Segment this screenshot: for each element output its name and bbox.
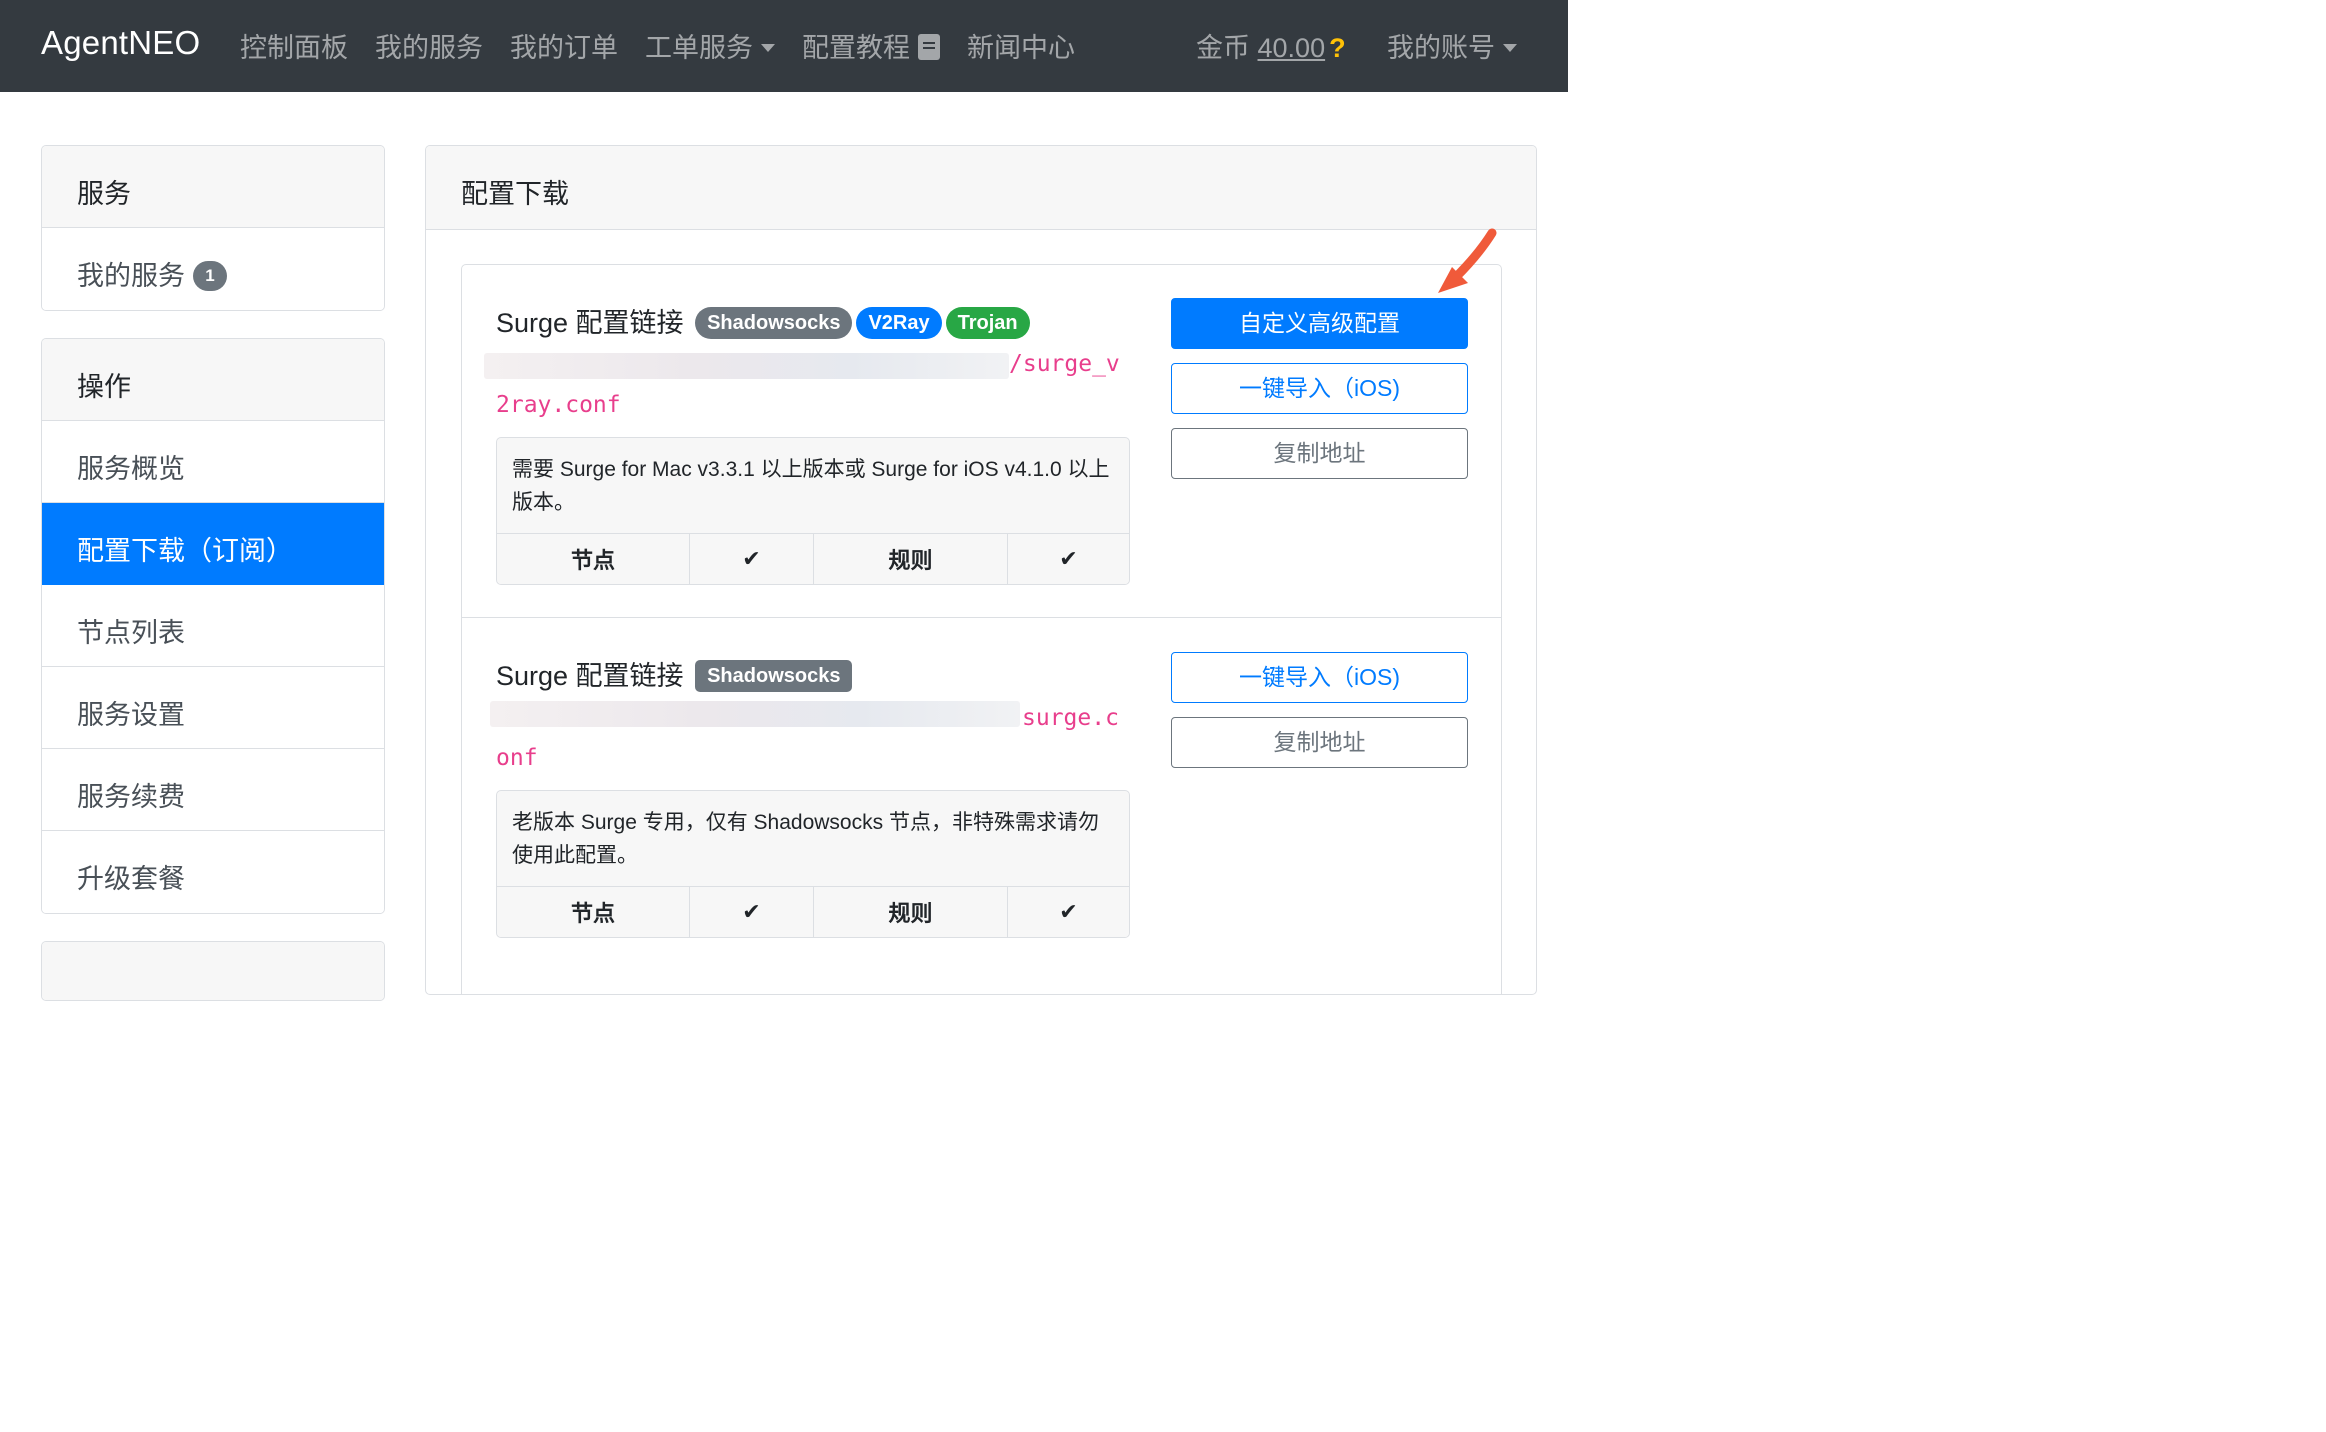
sidebar-item-upgrade[interactable]: 升级套餐	[42, 831, 384, 913]
redacted-url	[490, 701, 1020, 727]
copy-address-button[interactable]: 复制地址	[1171, 428, 1468, 479]
config-info-box: 老版本 Surge 专用，仅有 Shadowsocks 节点，非特殊需求请勿使用…	[496, 790, 1130, 938]
caret-down-icon	[761, 43, 775, 52]
caret-down-icon	[1503, 43, 1517, 52]
sidebar-ops-group: 操作 服务概览 配置下载（订阅） 节点列表 服务设置 服务续费 升级套餐	[41, 338, 385, 914]
coins-balance[interactable]: 金币 40.00?	[1196, 26, 1346, 65]
feature-row: 节点 ✔ 规则 ✔	[497, 886, 1129, 937]
nav-tickets-label: 工单服务	[645, 33, 753, 63]
nodes-label: 节点	[497, 887, 690, 937]
coins-label: 金币	[1196, 33, 1250, 63]
nav-my-orders[interactable]: 我的订单	[510, 26, 618, 65]
check-icon: ✔	[690, 887, 814, 937]
tag-v2ray: V2Ray	[856, 306, 942, 339]
custom-advanced-config-button[interactable]: 自定义高级配置	[1171, 298, 1468, 349]
redacted-url	[484, 353, 1009, 379]
book-icon	[918, 34, 940, 61]
brand-logo[interactable]: AgentNEO	[41, 24, 200, 62]
tag-trojan: Trojan	[945, 306, 1030, 339]
nodes-label: 节点	[497, 534, 690, 584]
import-ios-button[interactable]: 一键导入（iOS)	[1171, 652, 1468, 703]
sidebar-ops-header: 操作	[42, 339, 384, 421]
config-download-card: 配置下载 Surge 配置链接 Shadowsocks V2Ray Trojan /…	[425, 145, 1537, 995]
copy-address-button[interactable]: 复制地址	[1171, 717, 1468, 768]
nav-tutorials-label: 配置教程	[802, 33, 910, 63]
sidebar-extra-group	[41, 941, 385, 1001]
sidebar-extra-header	[42, 942, 384, 1000]
nav-news[interactable]: 新闻中心	[967, 26, 1075, 65]
rules-label: 规则	[814, 534, 1008, 584]
page-title: 配置下载	[426, 146, 1536, 230]
config-info-box: 需要 Surge for Mac v3.3.1 以上版本或 Surge for …	[496, 437, 1130, 585]
config-title-text: Surge 配置链接	[496, 308, 684, 338]
config-description: 老版本 Surge 专用，仅有 Shadowsocks 节点，非特殊需求请勿使用…	[512, 811, 1099, 867]
tag-shadowsocks: Shadowsocks	[695, 306, 853, 339]
check-icon: ✔	[1059, 899, 1078, 924]
nav-my-services[interactable]: 我的服务	[375, 26, 483, 65]
import-ios-button[interactable]: 一键导入（iOS)	[1171, 363, 1468, 414]
sidebar-service-header: 服务	[42, 146, 384, 228]
check-icon: ✔	[1059, 546, 1078, 571]
question-icon[interactable]: ?	[1329, 33, 1346, 63]
config-url-line2[interactable]: 2ray.conf	[496, 392, 621, 418]
tag-shadowsocks: Shadowsocks	[695, 659, 853, 692]
config-title: Surge 配置链接 Shadowsocks	[496, 654, 853, 693]
config-url-line1[interactable]: surge.c	[1022, 705, 1119, 731]
nav-dashboard[interactable]: 控制面板	[240, 26, 348, 65]
sidebar-item-my-services[interactable]: 我的服务 1	[42, 228, 384, 310]
nav-account[interactable]: 我的账号	[1387, 26, 1517, 65]
config-description: 需要 Surge for Mac v3.3.1 以上版本或 Surge for …	[512, 458, 1110, 514]
config-url-line1[interactable]: /surge_v	[1009, 351, 1120, 377]
top-navbar: AgentNEO 控制面板 我的服务 我的订单 工单服务 配置教程 新闻中心 金…	[0, 0, 1568, 92]
nav-tickets[interactable]: 工单服务	[645, 26, 775, 65]
sidebar-item-service-settings[interactable]: 服务设置	[42, 667, 384, 749]
config-list: Surge 配置链接 Shadowsocks V2Ray Trojan /surge…	[461, 264, 1502, 994]
arrow-annotation	[1438, 228, 1497, 293]
sidebar-item-label: 我的服务	[77, 261, 185, 291]
sidebar-item-renew[interactable]: 服务续费	[42, 749, 384, 831]
service-count-badge: 1	[193, 260, 227, 291]
config-divider	[462, 617, 1501, 618]
nav-tutorials[interactable]: 配置教程	[802, 26, 940, 65]
check-icon: ✔	[690, 534, 814, 584]
config-url-line2[interactable]: onf	[496, 745, 538, 771]
sidebar-service-group: 服务 我的服务 1	[41, 145, 385, 311]
rules-label: 规则	[814, 887, 1008, 937]
sidebar-item-config-download[interactable]: 配置下载（订阅）	[42, 503, 384, 585]
sidebar-item-overview[interactable]: 服务概览	[42, 421, 384, 503]
nav-account-label: 我的账号	[1387, 33, 1495, 63]
config-title-text: Surge 配置链接	[496, 661, 684, 691]
coins-value[interactable]: 40.00	[1258, 33, 1326, 63]
config-title: Surge 配置链接 Shadowsocks V2Ray Trojan	[496, 301, 1030, 340]
sidebar-item-node-list[interactable]: 节点列表	[42, 585, 384, 667]
feature-row: 节点 ✔ 规则 ✔	[497, 533, 1129, 584]
